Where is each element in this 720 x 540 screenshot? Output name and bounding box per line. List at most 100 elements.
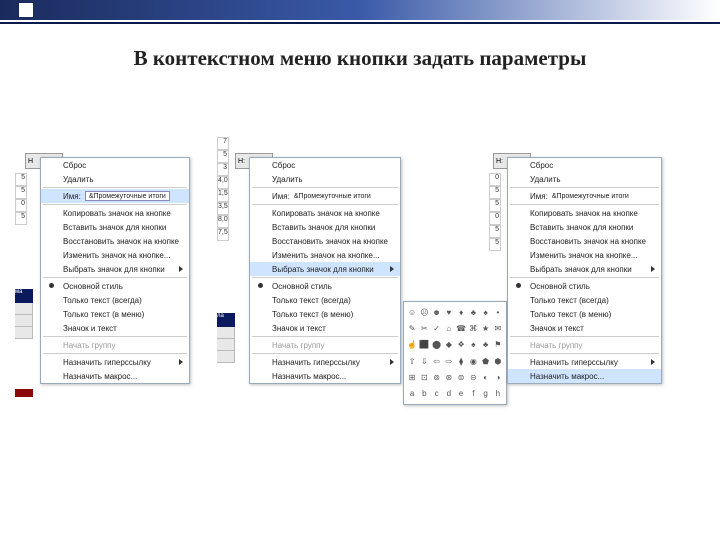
menu-name-field[interactable]: Имя: &Промежуточные итоги xyxy=(41,189,189,203)
name-text: &Промежуточные итоги xyxy=(552,193,629,200)
submenu-arrow-icon xyxy=(390,359,394,365)
menu-reset[interactable]: Сброс xyxy=(41,158,189,172)
menu-default-style[interactable]: Основной стиль xyxy=(508,279,661,293)
picker-icon[interactable]: ☎ xyxy=(455,320,467,336)
picker-icon[interactable]: ♦ xyxy=(455,304,467,320)
picker-icon[interactable]: ✓ xyxy=(431,320,443,336)
menu-macro[interactable]: Назначить макрос... xyxy=(250,369,400,383)
picker-icon[interactable]: ♣ xyxy=(467,304,479,320)
menu-macro[interactable]: Назначить макрос... xyxy=(41,369,189,383)
picker-icon[interactable]: ☹ xyxy=(418,304,430,320)
menu-name-field[interactable]: Имя: &Промежуточные итоги xyxy=(508,189,661,203)
menu-paste-icon[interactable]: Вставить значок для кнопки xyxy=(508,220,661,234)
picker-icon[interactable]: ✂ xyxy=(418,320,430,336)
picker-icon[interactable]: ⊡ xyxy=(418,369,430,385)
picker-icon[interactable]: ⊝ xyxy=(467,369,479,385)
menu-paste-icon[interactable]: Вставить значок для кнопки xyxy=(250,220,400,234)
menu-paste-icon[interactable]: Вставить значок для кнопки xyxy=(41,220,189,234)
picker-icon[interactable]: a xyxy=(406,386,418,402)
menu-select-icon[interactable]: Выбрать значок для кнопки xyxy=(250,262,400,276)
picker-icon[interactable]: ⊚ xyxy=(431,369,443,385)
menu-icon-text[interactable]: Значок и текст xyxy=(508,321,661,335)
picker-icon[interactable]: ♠ xyxy=(467,337,479,353)
picker-icon[interactable]: c xyxy=(431,386,443,402)
picker-icon[interactable]: b xyxy=(418,386,430,402)
menu-text-menu[interactable]: Только текст (в меню) xyxy=(250,307,400,321)
menu-delete[interactable]: Удалить xyxy=(41,172,189,186)
picker-icon[interactable]: ⊞ xyxy=(406,369,418,385)
menu-delete[interactable]: Удалить xyxy=(508,172,661,186)
menu-change-icon[interactable]: Изменить значок на кнопке... xyxy=(508,248,661,262)
submenu-arrow-icon xyxy=(651,266,655,272)
picker-icon[interactable]: ⊜ xyxy=(455,369,467,385)
picker-icon[interactable]: ❖ xyxy=(455,337,467,353)
picker-icon[interactable]: ☝ xyxy=(406,337,418,353)
context-menu-1: Сброс Удалить Имя: &Промежуточные итоги … xyxy=(40,157,190,384)
menu-text-always[interactable]: Только текст (всегда) xyxy=(41,293,189,307)
picker-icon[interactable]: ⌘ xyxy=(467,320,479,336)
slide-title: В контекстном меню кнопки задать парамет… xyxy=(0,46,720,71)
cell: 1,5 xyxy=(217,189,229,202)
separator xyxy=(43,336,187,337)
gray-cells xyxy=(15,303,33,339)
cell: 0 xyxy=(15,199,27,212)
menu-copy-icon[interactable]: Копировать значок на кнопке xyxy=(41,206,189,220)
menu-text-menu[interactable]: Только текст (в меню) xyxy=(508,307,661,321)
menu-copy-icon[interactable]: Копировать значок на кнопке xyxy=(508,206,661,220)
picker-icon[interactable]: e xyxy=(455,386,467,402)
picker-icon[interactable]: f xyxy=(467,386,479,402)
picker-icon[interactable]: ⊛ xyxy=(443,369,455,385)
menu-change-icon[interactable]: Изменить значок на кнопке... xyxy=(41,248,189,262)
menu-restore-icon[interactable]: Восстановить значок на кнопке xyxy=(508,234,661,248)
menu-reset[interactable]: Сброс xyxy=(508,158,661,172)
menu-select-icon[interactable]: Выбрать значок для кнопки xyxy=(41,262,189,276)
picker-icon[interactable]: ⧫ xyxy=(455,353,467,369)
menu-text-always[interactable]: Только текст (всегда) xyxy=(250,293,400,307)
picker-icon[interactable]: ✎ xyxy=(406,320,418,336)
picker-icon[interactable]: ◆ xyxy=(443,337,455,353)
picker-icon[interactable]: ⬛ xyxy=(418,337,430,353)
radio-icon xyxy=(258,283,263,288)
menu-reset[interactable]: Сброс xyxy=(250,158,400,172)
menu-default-style[interactable]: Основной стиль xyxy=(250,279,400,293)
menu-select-icon[interactable]: Выбрать значок для кнопки xyxy=(508,262,661,276)
picker-icon[interactable]: ⌂ xyxy=(443,320,455,336)
menu-icon-text[interactable]: Значок и текст xyxy=(250,321,400,335)
radio-icon xyxy=(516,283,521,288)
menu-delete[interactable]: Удалить xyxy=(250,172,400,186)
submenu-arrow-icon xyxy=(651,359,655,365)
picker-icon[interactable]: ☻ xyxy=(431,304,443,320)
picker-icon[interactable]: d xyxy=(443,386,455,402)
menu-restore-icon[interactable]: Восстановить значок на кнопке xyxy=(250,234,400,248)
picker-icon[interactable]: ♥ xyxy=(443,304,455,320)
separator xyxy=(252,353,398,354)
menu-hyperlink[interactable]: Назначить гиперссылку xyxy=(508,355,661,369)
menu-hyperlink[interactable]: Назначить гиперссылку xyxy=(250,355,400,369)
menu-icon-text[interactable]: Значок и текст xyxy=(41,321,189,335)
menu-name-field[interactable]: Имя: &Промежуточные итоги xyxy=(250,189,400,203)
cell: 3,5 xyxy=(217,202,229,215)
separator xyxy=(43,353,187,354)
separator xyxy=(510,187,659,188)
cell xyxy=(217,327,235,339)
picker-icon[interactable]: ⇦ xyxy=(431,353,443,369)
picker-icon[interactable]: ☺ xyxy=(406,304,418,320)
menu-restore-icon[interactable]: Восстановить значок на кнопке xyxy=(41,234,189,248)
separator xyxy=(510,277,659,278)
menu-default-style[interactable]: Основной стиль xyxy=(41,279,189,293)
picker-icon[interactable]: ⇧ xyxy=(406,353,418,369)
menu-hyperlink[interactable]: Назначить гиперссылку xyxy=(41,355,189,369)
picker-icon[interactable]: ⇨ xyxy=(443,353,455,369)
cell: 7,5 xyxy=(217,228,229,241)
menu-text-menu[interactable]: Только текст (в меню) xyxy=(41,307,189,321)
picker-icon[interactable]: ◉ xyxy=(467,353,479,369)
picker-icon[interactable]: ⬤ xyxy=(431,337,443,353)
menu-change-icon[interactable]: Изменить значок на кнопке... xyxy=(250,248,400,262)
menu-text-always[interactable]: Только текст (всегда) xyxy=(508,293,661,307)
menu-copy-icon[interactable]: Копировать значок на кнопке xyxy=(250,206,400,220)
cell: 0 xyxy=(489,212,501,225)
name-input[interactable]: &Промежуточные итоги xyxy=(85,191,170,201)
blue-band: ла xyxy=(217,313,235,327)
menu-macro[interactable]: Назначить макрос... xyxy=(508,369,661,383)
picker-icon[interactable]: ⇩ xyxy=(418,353,430,369)
